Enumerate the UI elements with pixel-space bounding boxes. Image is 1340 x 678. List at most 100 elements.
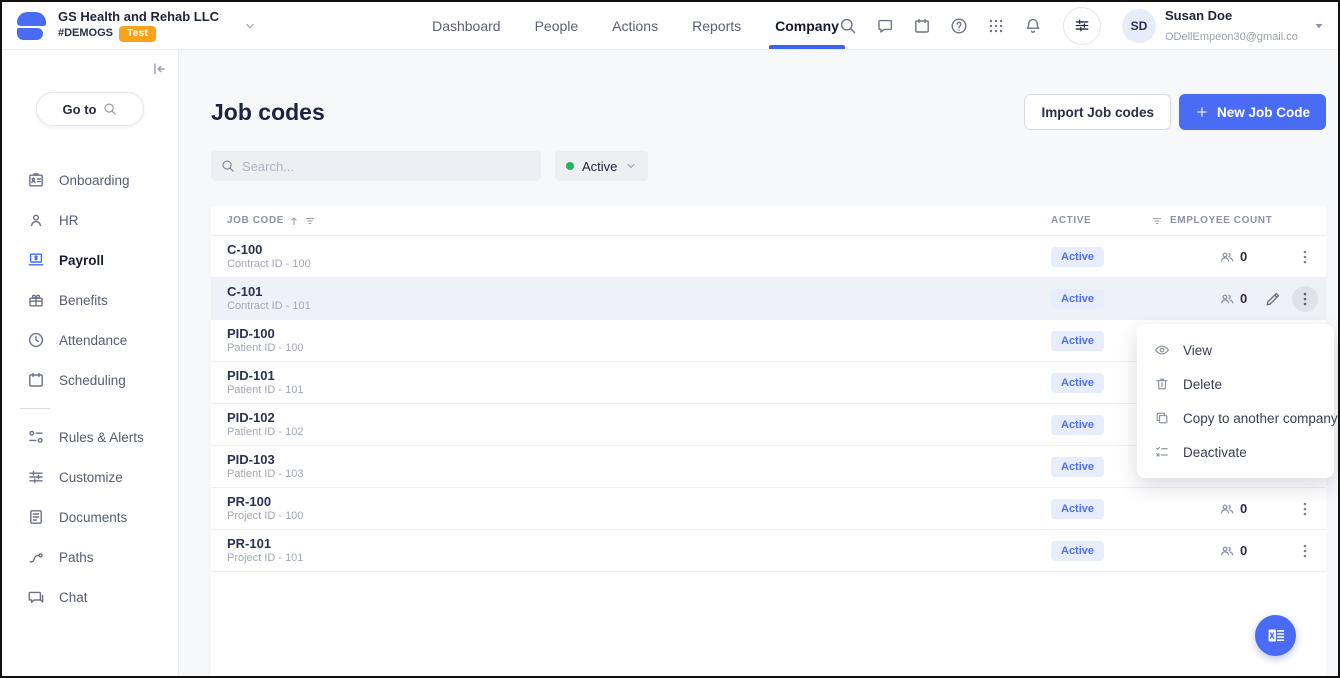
search-input[interactable] xyxy=(242,159,531,174)
status-badge: Active xyxy=(1051,247,1104,267)
sidebar-divider xyxy=(20,408,50,409)
user-menu[interactable]: SD Susan Doe ODellEmpeon30@gmail.co xyxy=(1122,6,1326,46)
job-code: PID-103 xyxy=(227,452,1051,468)
sidebar-collapse-button[interactable] xyxy=(150,60,168,78)
nav-item-actions[interactable]: Actions xyxy=(612,2,658,49)
context-menu-item-delete[interactable]: Delete xyxy=(1137,367,1334,401)
main-nav: Dashboard People Actions Reports Company xyxy=(432,2,839,49)
job-code-description: Contract ID - 100 xyxy=(227,258,1051,272)
caret-down-icon xyxy=(1312,19,1326,33)
export-to-excel-button[interactable] xyxy=(1255,615,1296,656)
paths-icon xyxy=(27,548,45,566)
header-icon-button[interactable] xyxy=(839,17,857,35)
header-icon-button[interactable] xyxy=(987,17,1005,35)
status-filter-dropdown[interactable]: Active xyxy=(555,151,648,181)
calendar-icon xyxy=(913,17,931,35)
chevron-down-icon xyxy=(625,160,637,172)
status-badge: Active xyxy=(1051,499,1104,519)
sidebar-item-scheduling[interactable]: Scheduling xyxy=(2,360,178,400)
customize-icon xyxy=(27,468,45,486)
status-badge: Active xyxy=(1051,373,1104,393)
job-code-description: Contract ID - 101 xyxy=(227,300,1051,314)
header-icon-button[interactable] xyxy=(913,17,931,35)
import-job-codes-button[interactable]: Import Job codes xyxy=(1024,94,1171,130)
go-to-label: Go to xyxy=(63,102,97,117)
sidebar-item-payroll[interactable]: Payroll xyxy=(2,240,178,280)
job-code: PR-100 xyxy=(227,494,1051,510)
employee-count: 0 xyxy=(1240,543,1247,558)
filter-icon[interactable] xyxy=(304,215,316,227)
table-row[interactable]: PR-100 Project ID - 100 Active 0 xyxy=(211,488,1326,530)
job-code: PID-100 xyxy=(227,326,1051,342)
job-code-description: Project ID - 100 xyxy=(227,510,1051,524)
go-to-search[interactable]: Go to xyxy=(36,92,144,126)
edit-row-button[interactable] xyxy=(1262,288,1284,310)
plus-icon xyxy=(1195,105,1209,119)
hr-icon xyxy=(27,211,45,229)
sidebar-item-customize[interactable]: Customize xyxy=(2,457,178,497)
row-context-menu: View Delete Copy to another company Deac… xyxy=(1137,324,1334,478)
column-job-code: JOB CODE xyxy=(227,215,284,226)
employee-count: 0 xyxy=(1240,501,1247,516)
company-switcher[interactable]: GS Health and Rehab LLC #DEMOGS Test xyxy=(16,2,257,49)
status-badge: Active xyxy=(1051,541,1104,561)
table-row[interactable]: C-100 Contract ID - 100 Active 0 xyxy=(211,236,1326,278)
sidebar-item-rules-alerts[interactable]: Rules & Alerts xyxy=(2,417,178,457)
sidebar-item-paths[interactable]: Paths xyxy=(2,537,178,577)
sidebar-item-benefits[interactable]: Benefits xyxy=(2,280,178,320)
row-menu-button[interactable] xyxy=(1292,496,1318,522)
header-icon-button[interactable] xyxy=(876,17,894,35)
job-code: C-100 xyxy=(227,242,1051,258)
scheduling-icon xyxy=(27,371,45,389)
sidebar-item-onboarding[interactable]: Onboarding xyxy=(2,160,178,200)
row-menu-button[interactable] xyxy=(1292,244,1318,270)
job-code: PID-101 xyxy=(227,368,1051,384)
excel-icon xyxy=(1267,626,1285,645)
rules-icon xyxy=(27,428,45,446)
nav-item-company[interactable]: Company xyxy=(775,2,839,49)
row-menu-button[interactable] xyxy=(1292,538,1318,564)
header-icon-button[interactable] xyxy=(950,17,968,35)
header-actions: SD Susan Doe ODellEmpeon30@gmail.co xyxy=(839,2,1326,49)
context-menu-item-copy-to-another-company[interactable]: Copy to another company xyxy=(1137,401,1334,435)
nav-item-people[interactable]: People xyxy=(535,2,579,49)
context-menu-item-view[interactable]: View xyxy=(1137,333,1334,367)
sidebar-item-hr[interactable]: HR xyxy=(2,200,178,240)
sort-up-icon[interactable] xyxy=(288,215,300,227)
search-icon xyxy=(221,159,235,173)
filter-icon[interactable] xyxy=(1151,215,1163,227)
job-code-description: Patient ID - 100 xyxy=(227,342,1051,356)
app-logo-icon xyxy=(16,10,48,42)
documents-icon xyxy=(27,508,45,526)
nav-item-reports[interactable]: Reports xyxy=(692,2,741,49)
new-job-code-button[interactable]: New Job Code xyxy=(1179,94,1326,130)
sidebar-item-attendance[interactable]: Attendance xyxy=(2,320,178,360)
trash-icon xyxy=(1154,376,1170,392)
company-name: GS Health and Rehab LLC xyxy=(58,9,219,25)
job-code-description: Patient ID - 103 xyxy=(227,468,1051,482)
table-row[interactable]: PR-101 Project ID - 101 Active 0 xyxy=(211,530,1326,572)
sidebar-nav: Onboarding HR Payroll Benefits Attendanc… xyxy=(2,160,178,617)
dots-vertical-icon xyxy=(1296,506,1314,521)
avatar: SD xyxy=(1122,9,1156,43)
context-menu-item-deactivate[interactable]: Deactivate xyxy=(1137,435,1334,469)
nav-item-dashboard[interactable]: Dashboard xyxy=(432,2,501,49)
page-title: Job codes xyxy=(211,99,325,126)
sidebar-item-documents[interactable]: Documents xyxy=(2,497,178,537)
sidebar: Go to Onboarding HR Payroll Benefit xyxy=(2,50,179,676)
row-menu-button[interactable] xyxy=(1292,286,1318,312)
column-active: ACTIVE xyxy=(1051,215,1091,226)
chevron-down-icon[interactable] xyxy=(243,19,257,33)
job-code: PID-102 xyxy=(227,410,1051,426)
status-badge: Active xyxy=(1051,457,1104,477)
hr-settings-button[interactable] xyxy=(1063,7,1101,45)
job-code-description: Patient ID - 101 xyxy=(227,384,1051,398)
status-badge: Active xyxy=(1051,415,1104,435)
header-icon-button[interactable] xyxy=(1024,17,1042,35)
pencil-icon xyxy=(1264,296,1282,311)
apps-grid-icon xyxy=(987,17,1005,35)
deactivate-icon xyxy=(1154,444,1170,460)
table-row[interactable]: C-101 Contract ID - 101 Active 0 xyxy=(211,278,1326,320)
sidebar-item-chat[interactable]: Chat xyxy=(2,577,178,617)
chat-icon xyxy=(27,588,45,606)
